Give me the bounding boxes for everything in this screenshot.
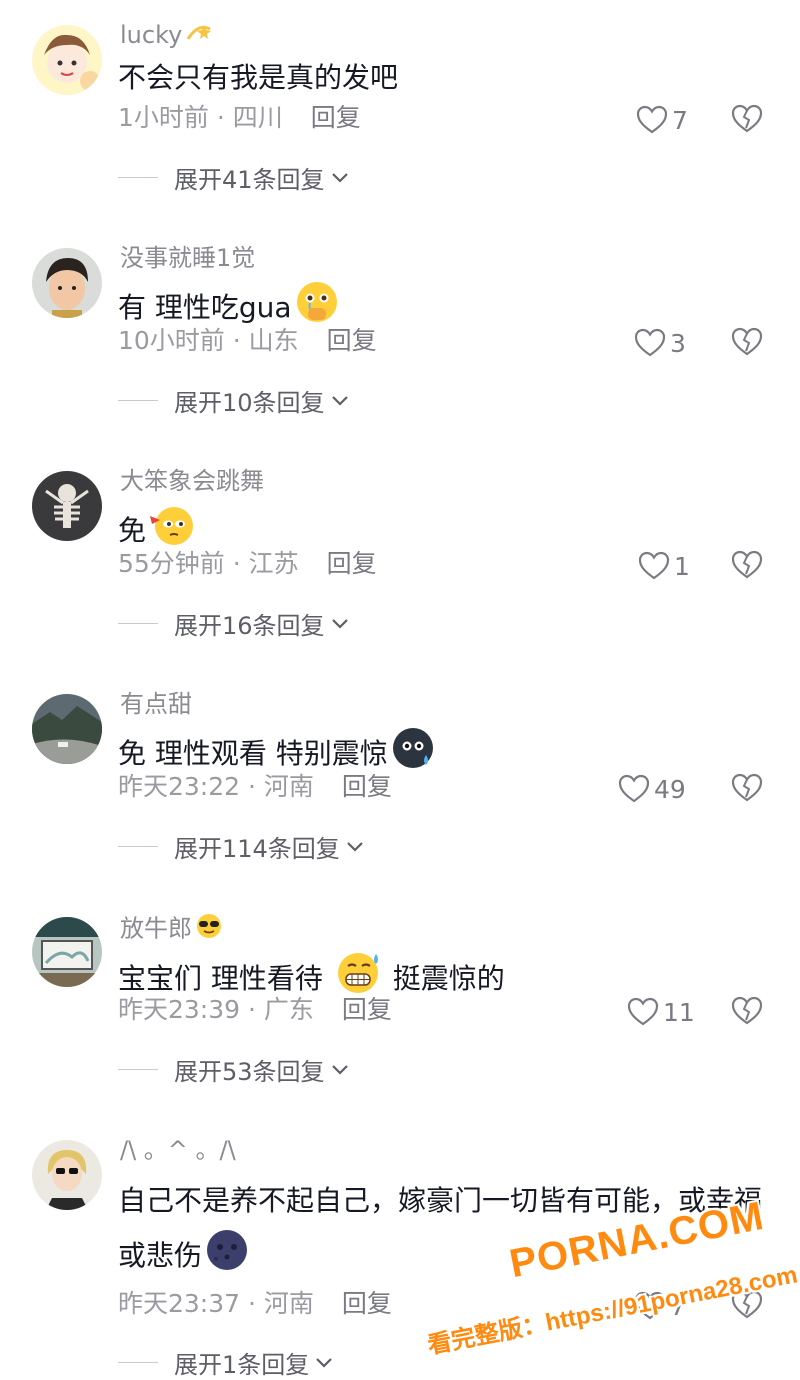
like-count: 11 [663,997,695,1027]
comment-item: 大笨象会跳舞 免 55分钟前 · 江苏 回复 1 展开16条回复 [0,446,800,669]
dislike-button[interactable] [731,327,763,361]
comment-text: 自己不是养不起自己，嫁豪门一切皆有可能，或幸福或悲伤 [118,1175,768,1290]
broken-heart-icon [731,104,763,133]
comment-item: lucky 不会只有我是真的发吧 1小时前 · 四川 回复 7 展开41条回复 [0,0,800,223]
comment-meta: 1小时前 · 四川 回复 [118,103,361,132]
username[interactable]: /\ 。^ 。/\ [120,1135,236,1165]
dislike-button[interactable] [731,1290,763,1324]
dislike-button[interactable] [731,104,763,138]
like-count: 7 [670,1291,686,1321]
reply-button[interactable]: 回复 [311,103,361,132]
comment-item: /\ 。^ 。/\ 自己不是养不起自己，嫁豪门一切皆有可能，或幸福或悲伤 昨天2… [0,1115,800,1379]
heart-icon [638,551,670,580]
username[interactable]: 有点甜 [120,689,192,719]
chevron-down-icon [347,841,363,852]
chevron-down-icon [331,618,348,629]
avatar[interactable] [32,471,102,541]
like-button[interactable]: 7 [634,1290,686,1322]
chevron-down-icon [331,1064,348,1075]
avatar[interactable] [32,25,102,95]
divider-line [118,623,158,624]
avatar[interactable] [32,917,102,987]
avatar[interactable] [32,1140,102,1210]
heart-icon [634,1291,666,1320]
reply-button[interactable]: 回复 [342,1289,392,1318]
divider-line [118,400,158,401]
dark-moon-face-emoji-icon [204,1227,250,1290]
expand-replies-button[interactable]: 展开10条回复 [118,383,349,418]
chevron-down-icon [316,1357,333,1368]
heart-icon [636,105,668,134]
comment-item: 有点甜 免 理性观看 特别震惊 昨天23:22 · 河南 回复 49 展开114条… [0,669,800,892]
dislike-button[interactable] [731,773,763,807]
dizzy-star-emoji-icon [184,21,214,52]
comment-item: 放牛郎 宝宝们 理性看待 挺震惊的 昨天23:39 · 广东 回复 11 展开53… [0,892,800,1115]
avatar-image [32,694,102,764]
broken-heart-icon [731,1290,763,1319]
like-count: 7 [672,105,688,135]
comment-item: 没事就睡1觉 有 理性吃gua 10小时前 · 山东 回复 3 展开10条回复 [0,223,800,446]
like-count: 1 [674,551,690,581]
like-button[interactable]: 49 [618,773,686,805]
like-button[interactable]: 3 [634,327,686,359]
avatar-image [32,1140,102,1210]
comment-meta: 10小时前 · 山东 回复 [118,326,377,355]
chevron-down-icon [331,172,348,183]
comment-meta: 昨天23:37 · 河南 回复 [118,1289,392,1318]
heart-icon [627,997,659,1026]
avatar-image [32,471,102,541]
username[interactable]: 放牛郎 [120,912,224,947]
reply-button[interactable]: 回复 [342,995,392,1024]
divider-line [118,177,158,178]
reply-button[interactable]: 回复 [327,326,377,355]
username[interactable]: lucky [120,20,214,52]
comment-meta: 55分钟前 · 江苏 回复 [118,549,377,578]
like-button[interactable]: 7 [636,104,688,136]
comment-meta: 昨天23:22 · 河南 回复 [118,772,392,801]
avatar[interactable] [32,694,102,764]
username[interactable]: 大笨象会跳舞 [120,466,264,496]
heart-icon [618,774,650,803]
divider-line [118,1362,158,1363]
heart-icon [634,328,666,357]
like-button[interactable]: 11 [627,996,695,1028]
like-count: 49 [654,774,686,804]
like-count: 3 [670,328,686,358]
broken-heart-icon [731,996,763,1025]
sunglasses-emoji-icon [194,912,224,947]
comment-meta: 昨天23:39 · 广东 回复 [118,995,392,1024]
sweat-dark-emoji-icon [390,725,436,784]
expand-replies-button[interactable]: 展开1条回复 [118,1345,333,1380]
expand-replies-button[interactable]: 展开41条回复 [118,160,349,195]
divider-line [118,1069,158,1070]
avatar-image [32,248,102,318]
comment-text: 不会只有我是真的发吧 [118,61,399,94]
broken-heart-icon [731,550,763,579]
expand-replies-button[interactable]: 展开16条回复 [118,606,349,641]
divider-line [118,846,158,847]
chevron-down-icon [331,395,348,406]
expand-replies-button[interactable]: 展开114条回复 [118,829,364,864]
avatar-image [32,917,102,987]
avatar[interactable] [32,248,102,318]
broken-heart-icon [731,773,763,802]
broken-heart-icon [731,327,763,356]
expand-replies-button[interactable]: 展开53条回复 [118,1052,349,1087]
dislike-button[interactable] [731,996,763,1030]
like-button[interactable]: 1 [638,550,690,582]
username[interactable]: 没事就睡1觉 [120,243,255,273]
reply-button[interactable]: 回复 [342,772,392,801]
dislike-button[interactable] [731,550,763,584]
reply-button[interactable]: 回复 [327,549,377,578]
avatar-image [32,25,102,95]
